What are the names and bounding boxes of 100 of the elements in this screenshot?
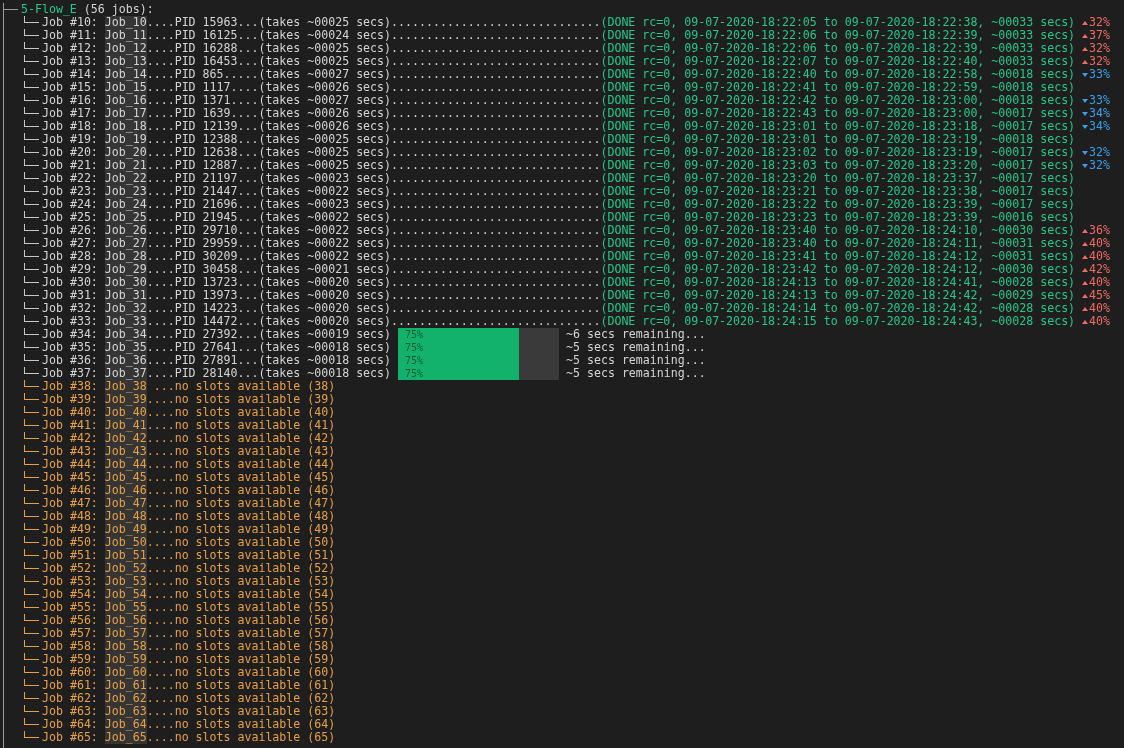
job-detail: ....no slots available (52) [146, 562, 336, 575]
change-percent: 40% [1089, 315, 1111, 328]
job-detail: ....PID 1371....(takes ~00027 secs) [146, 94, 392, 107]
job-name: Job_23 [104, 185, 147, 198]
job-detail: ....PID 28140...(takes ~00018 secs) [146, 367, 392, 380]
job-label: Job #42: [42, 432, 98, 445]
job-result: (DONE rc=0, 09-07-2020-18:22:41 to 09-07-2020-18:22:59, ~00018 secs) [600, 81, 1076, 94]
time-remaining: ~6 secs remaining... [566, 328, 706, 341]
tree-branch [24, 263, 39, 270]
job-detail: ....no slots available (43) [146, 445, 336, 458]
job-name: Job_32 [104, 302, 147, 315]
job-detail: ....PID 16453...(takes ~00025 secs) [146, 55, 392, 68]
job-detail: ....no slots available (62) [146, 692, 336, 705]
tree-branch [24, 575, 39, 582]
job-detail: ....no slots available (44) [146, 458, 336, 471]
job-name: Job_47 [104, 497, 147, 510]
tree-branch [24, 536, 39, 543]
job-name: Job_15 [104, 81, 147, 94]
job-label: Job #36: [42, 354, 98, 367]
tree-branch [24, 510, 39, 517]
tree-branch [24, 445, 39, 452]
tree-branch [24, 614, 39, 621]
job-detail: ....PID 12887...(takes ~00025 secs) [146, 159, 392, 172]
job-detail: ....no slots available (55) [146, 601, 336, 614]
job-label: Job #46: [42, 484, 98, 497]
job-label: Job #57: [42, 627, 98, 640]
job-label: Job #16: [42, 94, 98, 107]
job-detail: ....PID 13723...(takes ~00020 secs) [146, 276, 392, 289]
dot-leader: .............................. [391, 68, 601, 81]
job-name: Job_46 [104, 484, 147, 497]
job-label: Job #40: [42, 406, 98, 419]
tree-branch [24, 341, 39, 348]
job-detail: ....PID 29710...(takes ~00022 secs) [146, 224, 392, 237]
job-name: Job_49 [104, 523, 147, 536]
job-label: Job #11: [42, 29, 98, 42]
job-name: Job_59 [104, 653, 147, 666]
job-name: Job_61 [104, 679, 147, 692]
job-detail: ....PID 13973...(takes ~00020 secs) [146, 289, 392, 302]
tree-branch [24, 81, 39, 88]
job-label: Job #10: [42, 16, 98, 29]
job-detail: ....no slots available (54) [146, 588, 336, 601]
job-name: Job_62 [104, 692, 147, 705]
job-detail: ....no slots available (61) [146, 679, 336, 692]
job-name: Job_11 [104, 29, 147, 42]
job-detail: ....no slots available (40) [146, 406, 336, 419]
job-name: Job_56 [104, 614, 147, 627]
dot-leader: .............................. [391, 120, 601, 133]
job-label: Job #33: [42, 315, 98, 328]
change-percent: 40% [1089, 250, 1111, 263]
job-name: Job_30 [104, 276, 147, 289]
job-name: Job_58 [104, 640, 147, 653]
job-label: Job #32: [42, 302, 98, 315]
job-label: Job #48: [42, 510, 98, 523]
tree-branch [24, 653, 39, 660]
tree-branch [24, 432, 39, 439]
tree-branch [24, 484, 39, 491]
job-detail: ....no slots available (59) [146, 653, 336, 666]
job-name: Job_39 [104, 393, 147, 406]
job-name: Job_26 [104, 224, 147, 237]
job-name: Job_22 [104, 172, 147, 185]
job-name: Job_63 [104, 705, 147, 718]
job-name: Job_44 [104, 458, 147, 471]
job-result: (DONE rc=0, 09-07-2020-18:22:07 to 09-07-2020-18:22:40, ~00033 secs) [600, 55, 1076, 68]
change-percent: 45% [1089, 289, 1111, 302]
job-name: Job_37 [104, 367, 147, 380]
tree-branch [24, 237, 39, 244]
dot-leader: .............................. [391, 29, 601, 42]
tree-branch [24, 497, 39, 504]
tree-branch [24, 523, 39, 530]
job-detail: ....PID 14223...(takes ~00020 secs) [146, 302, 392, 315]
job-name: Job_29 [104, 263, 147, 276]
time-remaining: ~5 secs remaining... [566, 354, 706, 367]
tree-branch [24, 458, 39, 465]
job-label: Job #64: [42, 718, 98, 731]
job-name: Job_48 [104, 510, 147, 523]
tree-branch [24, 328, 39, 335]
job-name: Job_42 [104, 432, 147, 445]
job-result: (DONE rc=0, 09-07-2020-18:22:05 to 09-07-2020-18:22:38, ~00033 secs) [600, 16, 1076, 29]
job-label: Job #22: [42, 172, 98, 185]
job-name: Job_38 [104, 380, 147, 393]
job-name: Job_60 [104, 666, 147, 679]
job-label: Job #58: [42, 640, 98, 653]
change-percent: 40% [1089, 302, 1111, 315]
job-name: Job_25 [104, 211, 147, 224]
job-name: Job_18 [104, 120, 147, 133]
job-result: (DONE rc=0, 09-07-2020-18:23:42 to 09-07-2020-18:24:12, ~00030 secs) [600, 263, 1076, 276]
dot-leader: .............................. [391, 16, 601, 29]
job-name: Job_53 [104, 575, 147, 588]
tree-branch [24, 133, 39, 140]
job-label: Job #52: [42, 562, 98, 575]
tree-branch [24, 393, 39, 400]
job-detail: ....PID 14472...(takes ~00020 secs) [146, 315, 392, 328]
job-detail: ....no slots available (64) [146, 718, 336, 731]
job-name: Job_54 [104, 588, 147, 601]
job-detail: ....PID 15963...(takes ~00025 secs) [146, 16, 392, 29]
change-percent: 32% [1089, 16, 1111, 29]
job-name: Job_10 [104, 16, 147, 29]
dot-leader: .............................. [391, 315, 601, 328]
job-label: Job #18: [42, 120, 98, 133]
job-label: Job #50: [42, 536, 98, 549]
